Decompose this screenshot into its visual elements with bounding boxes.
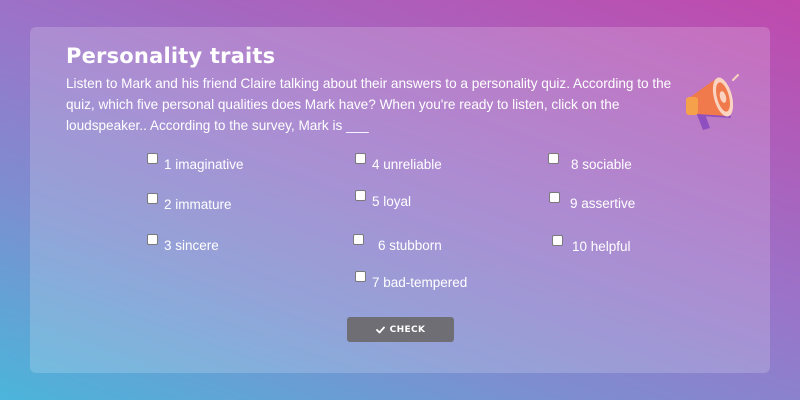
option-checkbox[interactable] — [147, 234, 158, 245]
option-label: 10 helpful — [572, 239, 631, 254]
option-7[interactable]: 7 bad-tempered — [355, 271, 468, 290]
option-checkbox[interactable] — [549, 192, 560, 203]
option-8[interactable]: 8 sociable — [548, 153, 632, 172]
checkmark-icon — [375, 326, 385, 333]
option-label: 3 sincere — [164, 238, 219, 253]
option-checkbox[interactable] — [355, 190, 366, 201]
option-3[interactable]: 3 sincere — [147, 234, 219, 253]
option-6[interactable]: 6 stubborn — [353, 234, 442, 253]
option-checkbox[interactable] — [552, 235, 563, 246]
option-label: 4 unreliable — [372, 157, 442, 172]
option-10[interactable]: 10 helpful — [552, 235, 631, 254]
activity-title: Personality traits — [66, 44, 276, 68]
option-checkbox[interactable] — [147, 153, 158, 164]
option-5[interactable]: 5 loyal — [355, 190, 412, 209]
option-label: 9 assertive — [570, 196, 636, 211]
option-label: 1 imaginative — [164, 157, 244, 172]
activity-instructions: Listen to Mark and his friend Claire tal… — [66, 76, 672, 133]
option-checkbox[interactable] — [548, 153, 559, 164]
option-1[interactable]: 1 imaginative — [147, 153, 244, 172]
option-checkbox[interactable] — [355, 153, 366, 164]
option-9[interactable]: 9 assertive — [549, 192, 636, 211]
option-checkbox[interactable] — [355, 271, 366, 282]
option-checkbox[interactable] — [147, 193, 158, 204]
option-label: 7 bad-tempered — [372, 275, 468, 290]
check-button-label: CHECK — [389, 324, 426, 335]
loudspeaker-icon[interactable] — [683, 72, 741, 132]
option-label: 8 sociable — [571, 157, 632, 172]
option-checkbox[interactable] — [353, 234, 364, 245]
option-label: 6 stubborn — [378, 238, 442, 253]
option-label: 2 immature — [164, 197, 232, 212]
check-button[interactable]: CHECK — [347, 317, 454, 342]
option-4[interactable]: 4 unreliable — [355, 153, 442, 172]
option-label: 5 loyal — [372, 194, 412, 209]
option-2[interactable]: 2 immature — [147, 193, 232, 212]
